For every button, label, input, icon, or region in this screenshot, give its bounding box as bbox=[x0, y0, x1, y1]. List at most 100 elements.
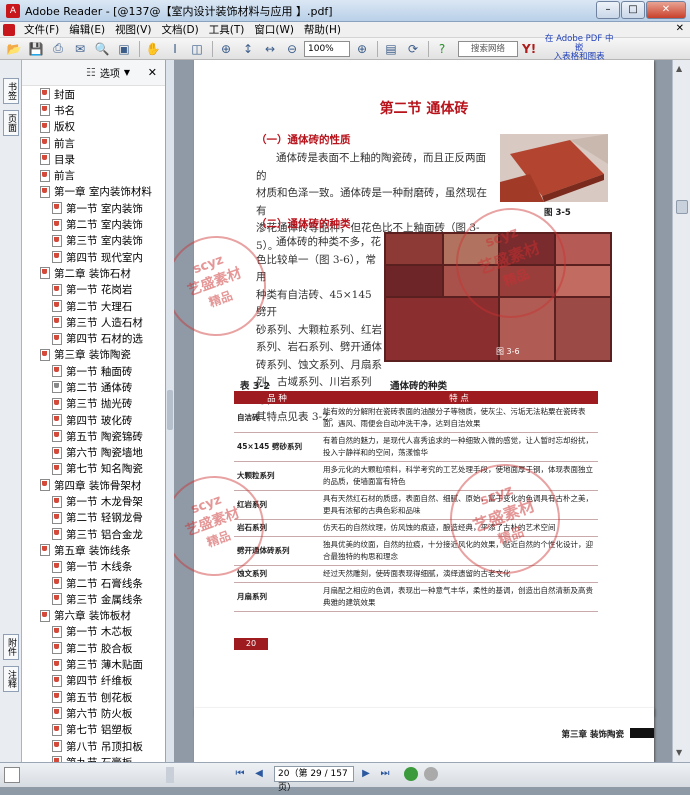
bookmark-item[interactable]: 第三节 抛光砖 bbox=[22, 396, 164, 412]
fit-page-icon[interactable]: ↕ bbox=[238, 40, 258, 58]
maximize-button[interactable]: □ bbox=[621, 1, 645, 19]
bookmark-item[interactable]: 第三节 薄木贴面 bbox=[22, 656, 164, 672]
bookmark-item[interactable]: 第二节 室内装饰 bbox=[22, 216, 164, 232]
panel-scroll-thumb[interactable] bbox=[167, 390, 173, 430]
next-page-icon[interactable]: ▶ bbox=[358, 766, 374, 782]
bookmark-item[interactable]: 第三节 铝合金龙 bbox=[22, 526, 164, 542]
menu-tools[interactable]: 工具(T) bbox=[204, 22, 250, 37]
bookmark-item[interactable]: 第三节 室内装饰 bbox=[22, 233, 164, 249]
yahoo-search-icon[interactable]: Y! bbox=[522, 42, 536, 56]
page-layout-icon[interactable]: ▤ bbox=[381, 40, 401, 58]
fit-width-icon[interactable]: ↔ bbox=[260, 40, 280, 58]
chevron-down-icon[interactable]: ▼ bbox=[124, 68, 130, 77]
bookmark-item[interactable]: 第二章 装饰石材 bbox=[22, 265, 164, 281]
bookmark-item[interactable]: 第二节 石膏线条 bbox=[22, 575, 164, 591]
rotate-icon[interactable]: ⟳ bbox=[403, 40, 423, 58]
bookmark-item[interactable]: 前言 bbox=[22, 135, 164, 151]
previous-page-icon[interactable]: ◀ bbox=[251, 766, 267, 782]
attach-icon[interactable]: ▣ bbox=[114, 40, 134, 58]
close-button[interactable]: ✕ bbox=[646, 1, 686, 19]
menu-help[interactable]: 帮助(H) bbox=[299, 22, 346, 37]
bookmark-item[interactable]: 第二节 胶合板 bbox=[22, 640, 164, 656]
bookmark-item[interactable]: 第八节 吊顶扣板 bbox=[22, 738, 164, 754]
bookmark-item[interactable]: 书名 bbox=[22, 102, 164, 118]
find-icon[interactable]: 🔍 bbox=[92, 40, 112, 58]
bookmark-item[interactable]: 目录 bbox=[22, 151, 164, 167]
document-scrollbar[interactable]: ▲ ▼ bbox=[672, 60, 690, 762]
bookmark-item[interactable]: 第九节 石膏板 bbox=[22, 754, 164, 762]
go-forward-icon[interactable] bbox=[424, 767, 438, 781]
bookmark-item[interactable]: 第七节 铝塑板 bbox=[22, 722, 164, 738]
zoom-select[interactable]: 100% bbox=[304, 40, 350, 57]
bookmark-item[interactable]: 第六章 装饰板材 bbox=[22, 608, 164, 624]
options-button[interactable]: 选项 bbox=[100, 65, 120, 80]
tab-pages[interactable]: 页面 bbox=[3, 110, 19, 136]
panel-scrollbar[interactable] bbox=[166, 60, 174, 762]
bookmarks-panel: ☷ 选项 ▼ ✕ 封面 书名 版权 前言 目录 前言 第一章 室内装饰材料 第一节 室内装饰第… bbox=[22, 60, 166, 762]
minimize-button[interactable]: – bbox=[596, 1, 620, 19]
go-back-icon[interactable] bbox=[404, 767, 418, 781]
zoom-in-icon[interactable]: ⊕ bbox=[216, 40, 236, 58]
bookmark-item[interactable]: 第三章 装饰陶瓷 bbox=[22, 347, 164, 363]
bookmark-item[interactable]: 第三节 金属线条 bbox=[22, 591, 164, 607]
bookmark-item[interactable]: 第一节 木线条 bbox=[22, 559, 164, 575]
bookmark-item[interactable]: 第四章 装饰骨架材 bbox=[22, 477, 164, 493]
bookmark-item[interactable]: 封面 bbox=[22, 86, 164, 102]
tab-attachments[interactable]: 附件 bbox=[3, 634, 19, 660]
menu-edit[interactable]: 编辑(E) bbox=[64, 22, 110, 37]
last-page-icon[interactable]: ⏭ bbox=[377, 766, 393, 782]
bookmark-item[interactable]: 第一节 釉面砖 bbox=[22, 363, 164, 379]
email-icon[interactable]: ✉ bbox=[70, 40, 90, 58]
options-icon[interactable]: ☷ bbox=[86, 66, 96, 79]
print-icon[interactable]: ⎙ bbox=[48, 40, 68, 58]
bookmark-item[interactable]: 第七节 知名陶瓷 bbox=[22, 461, 164, 477]
menu-file[interactable]: 文件(F) bbox=[19, 22, 64, 37]
bookmark-item[interactable]: 第五章 装饰线条 bbox=[22, 542, 164, 558]
scroll-up-icon[interactable]: ▲ bbox=[676, 64, 682, 73]
document-close-button[interactable]: ✕ bbox=[676, 23, 684, 34]
bookmark-item[interactable]: 第一章 室内装饰材料 bbox=[22, 184, 164, 200]
select-text-icon[interactable]: I bbox=[165, 40, 185, 58]
bookmark-item[interactable]: 第四节 现代室内 bbox=[22, 249, 164, 265]
bookmark-item[interactable]: 第一节 木芯板 bbox=[22, 624, 164, 640]
bookmark-item[interactable]: 第二节 大理石 bbox=[22, 298, 164, 314]
open-icon[interactable]: 📂 bbox=[4, 40, 24, 58]
bookmark-item[interactable]: 第二节 轻钢龙骨 bbox=[22, 510, 164, 526]
bookmark-item[interactable]: 第一节 室内装饰 bbox=[22, 200, 164, 216]
save-icon[interactable]: 💾 bbox=[26, 40, 46, 58]
first-page-icon[interactable]: ⏮ bbox=[232, 766, 248, 782]
menu-window[interactable]: 窗口(W) bbox=[249, 22, 299, 37]
bookmark-item[interactable]: 第二节 通体砖 bbox=[22, 379, 164, 395]
bookmark-item[interactable]: 第一节 花岗岩 bbox=[22, 282, 164, 298]
snapshot-icon[interactable]: ◫ bbox=[187, 40, 207, 58]
search-web-input[interactable]: 搜索网络 bbox=[458, 40, 518, 57]
bookmark-item[interactable]: 第四节 石材的选 bbox=[22, 330, 164, 346]
bookmark-item[interactable]: 第四节 玻化砖 bbox=[22, 412, 164, 428]
bookmark-icon bbox=[52, 658, 62, 671]
zoom-plus-icon[interactable]: ⊕ bbox=[352, 40, 372, 58]
tab-bookmarks[interactable]: 书签 bbox=[3, 78, 19, 104]
bookmark-item[interactable]: 第一节 木龙骨架 bbox=[22, 493, 164, 509]
page-number-input[interactable]: 20（第 29 / 157 页） bbox=[274, 766, 354, 793]
bookmark-item[interactable]: 第四节 纤维板 bbox=[22, 673, 164, 689]
layout-icon[interactable] bbox=[4, 767, 20, 783]
panel-splitter[interactable] bbox=[166, 767, 174, 783]
hand-tool-icon[interactable]: ✋ bbox=[143, 40, 163, 58]
menu-view[interactable]: 视图(V) bbox=[110, 22, 156, 37]
bookmark-item[interactable]: 第五节 陶瓷锦砖 bbox=[22, 428, 164, 444]
bookmark-item[interactable]: 第六节 防火板 bbox=[22, 705, 164, 721]
document-scroll-thumb[interactable] bbox=[676, 200, 688, 214]
tab-comments[interactable]: 注释 bbox=[3, 666, 19, 692]
document-icon[interactable] bbox=[3, 23, 15, 36]
bookmark-item[interactable]: 第三节 人造石材 bbox=[22, 314, 164, 330]
zoom-out-icon[interactable]: ⊖ bbox=[282, 40, 302, 58]
help-icon[interactable]: ? bbox=[432, 40, 452, 58]
adobe-ad-link[interactable]: 在 Adobe PDF 中嵌 入表格和图表 bbox=[544, 35, 614, 62]
bookmark-item[interactable]: 第五节 刨花板 bbox=[22, 689, 164, 705]
scroll-down-icon[interactable]: ▼ bbox=[676, 748, 682, 757]
bookmark-item[interactable]: 版权 bbox=[22, 119, 164, 135]
panel-close-button[interactable]: ✕ bbox=[148, 66, 157, 79]
bookmark-item[interactable]: 第六节 陶瓷墙地 bbox=[22, 445, 164, 461]
menu-document[interactable]: 文档(D) bbox=[156, 22, 203, 37]
bookmark-item[interactable]: 前言 bbox=[22, 167, 164, 183]
